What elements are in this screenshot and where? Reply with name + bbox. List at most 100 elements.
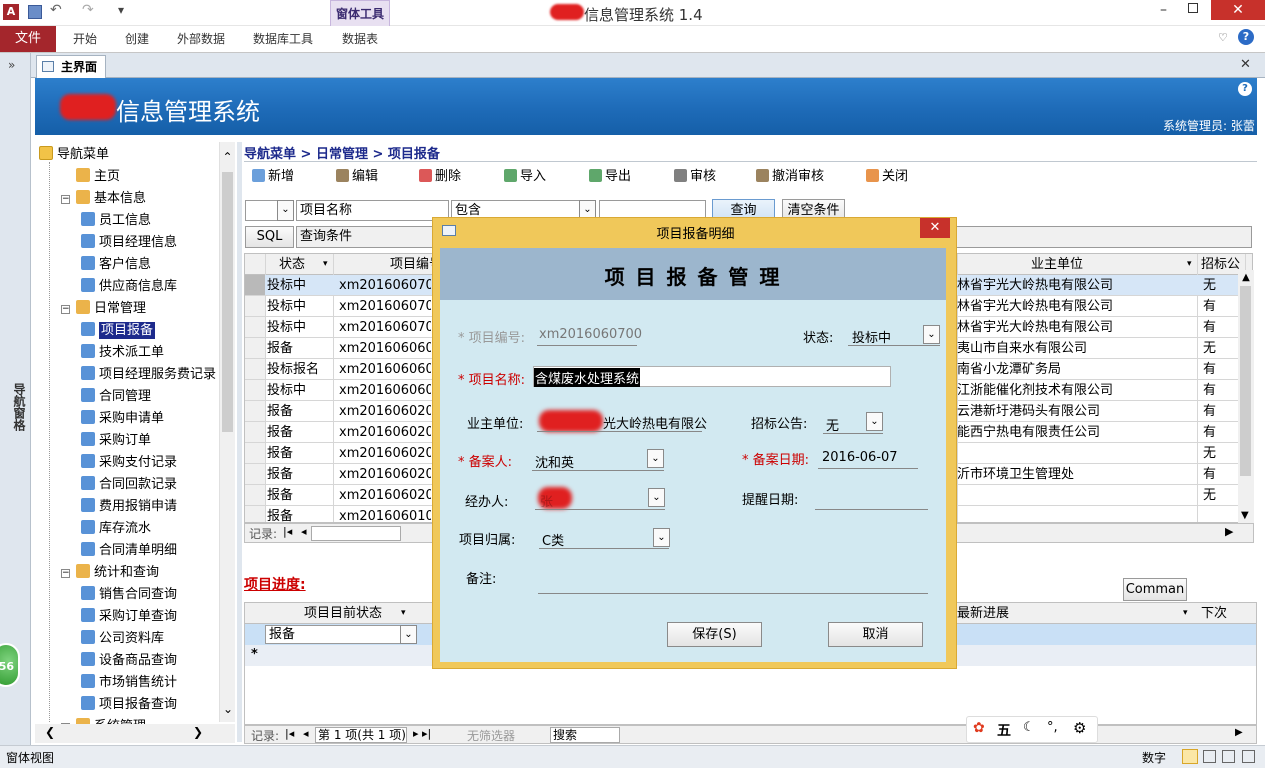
scroll-up-icon[interactable]: ⌃ — [220, 150, 235, 164]
tree-item-23[interactable]: 市场销售统计 — [81, 673, 177, 693]
scroll-down-icon[interactable]: ⌄ — [223, 702, 233, 716]
collapse-icon[interactable]: − — [61, 305, 70, 314]
table-cell[interactable]: 林省宇光大岭热电有限公司 — [957, 275, 1193, 296]
table-cell[interactable]: 有 — [1203, 380, 1243, 401]
tab-create[interactable]: 创建 — [125, 30, 149, 47]
table-cell[interactable]: 投标中 — [267, 296, 331, 317]
chevron-down-icon[interactable]: ⌄ — [648, 488, 665, 507]
table-cell[interactable]: 投标报名 — [267, 359, 331, 380]
minimize-icon[interactable]: – — [1160, 2, 1167, 18]
access-app-icon[interactable]: A — [3, 4, 19, 20]
ime-toolbar[interactable]: ✿ 五 ☾ °, ⚙ — [966, 716, 1098, 743]
row-selector[interactable] — [245, 485, 265, 506]
table-cell[interactable]: 无 — [1203, 443, 1243, 464]
table-cell[interactable]: xm2016060100 — [339, 506, 431, 522]
scroll-down-icon[interactable]: ▼ — [1241, 510, 1249, 521]
table-cell[interactable]: xm2016060200 — [339, 485, 431, 506]
category-value[interactable]: C类 — [542, 530, 564, 549]
table-cell[interactable]: 南省小龙潭矿务局 — [957, 359, 1193, 380]
status-value[interactable]: 投标中 — [852, 327, 891, 346]
table-cell[interactable]: xm2016060200 — [339, 464, 431, 485]
row-selector[interactable] — [245, 464, 265, 485]
navigation-pane-collapsed[interactable]: » 导航窗格 — [0, 53, 31, 745]
col-current-status[interactable]: 项目目前状态 — [269, 604, 417, 623]
table-cell[interactable]: 林省宇光大岭热电有限公司 — [957, 317, 1193, 338]
table-cell[interactable]: xm2016060700 — [339, 275, 431, 296]
tree-item-24[interactable]: 项目报备查询 — [81, 695, 177, 715]
undo-icon[interactable]: ↶ — [50, 2, 62, 18]
tree-item-6[interactable]: − 日常管理 — [61, 299, 146, 319]
table-cell[interactable]: xm2016060600 — [339, 359, 431, 380]
row-selector[interactable] — [245, 401, 265, 422]
tree-item-13[interactable]: 采购支付记录 — [81, 453, 177, 473]
save-button[interactable]: 保存(S) — [667, 622, 762, 647]
tree-item-11[interactable]: 采购申请单 — [81, 409, 164, 429]
first-record-icon[interactable]: |◂ — [285, 727, 294, 740]
tree-item-1[interactable]: − 基本信息 — [61, 189, 146, 209]
tree-item-3[interactable]: 项目经理信息 — [81, 233, 177, 253]
table-cell[interactable]: 报备 — [267, 485, 331, 506]
splitter[interactable] — [237, 142, 242, 742]
save-icon[interactable] — [28, 5, 42, 19]
first-record-icon[interactable]: |◂ — [283, 525, 292, 538]
close-button[interactable]: 关闭 — [866, 168, 908, 186]
table-cell[interactable]: 江浙能催化剂技术有限公司 — [957, 380, 1193, 401]
col-bid[interactable]: 招标公 — [1201, 254, 1241, 275]
table-cell[interactable]: xm2016060200 — [339, 422, 431, 443]
table-cell[interactable]: xm2016060600 — [339, 380, 431, 401]
tree-item-10[interactable]: 合同管理 — [81, 387, 151, 407]
expand-nav-icon[interactable]: » — [8, 58, 15, 72]
redo-icon[interactable]: ↷ — [82, 2, 94, 18]
date-value[interactable]: 2016-06-07 — [822, 450, 898, 465]
grid-vscroll[interactable]: ▲ ▼ — [1238, 270, 1254, 523]
doc-tab-main[interactable]: 主界面 — [36, 55, 106, 78]
table-cell[interactable]: 报备 — [267, 464, 331, 485]
table-cell[interactable]: 有 — [1203, 422, 1243, 443]
quick-access-dropdown-icon[interactable]: ▾ — [118, 3, 124, 17]
table-cell[interactable]: xm2016060700 — [339, 317, 431, 338]
restore-icon[interactable] — [1188, 3, 1198, 13]
scroll-right-icon[interactable]: ❯ — [193, 725, 203, 739]
table-cell[interactable]: 无 — [1203, 275, 1243, 296]
tree-item-22[interactable]: 设备商品查询 — [81, 651, 177, 671]
table-cell[interactable]: 有 — [1203, 317, 1243, 338]
tree-item-21[interactable]: 公司资料库 — [81, 629, 164, 649]
table-cell[interactable]: 夷山市自来水有限公司 — [957, 338, 1193, 359]
table-cell[interactable]: 有 — [1203, 464, 1243, 485]
bid-value[interactable]: 无 — [826, 415, 839, 434]
ime-mode[interactable]: 五 — [997, 720, 1011, 740]
filer-value[interactable]: 沈和英 — [535, 452, 574, 471]
table-cell[interactable] — [957, 506, 1193, 522]
row-selector[interactable] — [245, 506, 265, 522]
table-cell[interactable] — [957, 485, 1193, 506]
header-help-icon[interactable]: ? — [1238, 82, 1252, 96]
tree-item-2[interactable]: 员工信息 — [81, 211, 151, 231]
table-cell[interactable]: 报备 — [267, 338, 331, 359]
layout-view-icon[interactable] — [1222, 750, 1235, 763]
name-value[interactable]: 含煤废水处理系统 — [534, 368, 641, 387]
tree-item-0[interactable]: 主页 — [61, 167, 120, 187]
handler-value[interactable]: 张 — [540, 491, 553, 510]
sql-button[interactable]: SQL — [245, 226, 294, 248]
table-cell[interactable]: xm2016060200 — [339, 443, 431, 464]
prev-record-icon[interactable]: ◂ — [303, 727, 309, 740]
moon-icon[interactable]: ☾ — [1023, 720, 1035, 735]
col-latest-progress[interactable]: 最新进展 — [957, 604, 1177, 623]
col-owner[interactable]: 业主单位 — [957, 254, 1157, 275]
table-cell[interactable] — [1203, 506, 1243, 522]
table-cell[interactable]: 有 — [1203, 359, 1243, 380]
record-number-input[interactable] — [311, 526, 401, 541]
row-selector[interactable] — [245, 317, 265, 338]
dialog-close-button[interactable]: ✕ — [920, 218, 950, 238]
tree-item-14[interactable]: 合同回款记录 — [81, 475, 177, 495]
cancel-button[interactable]: 取消 — [828, 622, 923, 647]
tab-db-tools[interactable]: 数据库工具 — [253, 30, 313, 47]
datasheet-view-icon[interactable] — [1203, 750, 1216, 763]
audit-button[interactable]: 审核 — [674, 168, 716, 186]
tree-item-18[interactable]: − 统计和查询 — [61, 563, 159, 583]
table-cell[interactable]: 无 — [1203, 338, 1243, 359]
side-badge[interactable]: 56 — [0, 643, 20, 687]
scroll-left-icon[interactable]: ❮ — [45, 725, 55, 739]
col-status[interactable]: 状态 — [257, 254, 327, 275]
search-box[interactable]: 搜索 — [550, 727, 620, 743]
